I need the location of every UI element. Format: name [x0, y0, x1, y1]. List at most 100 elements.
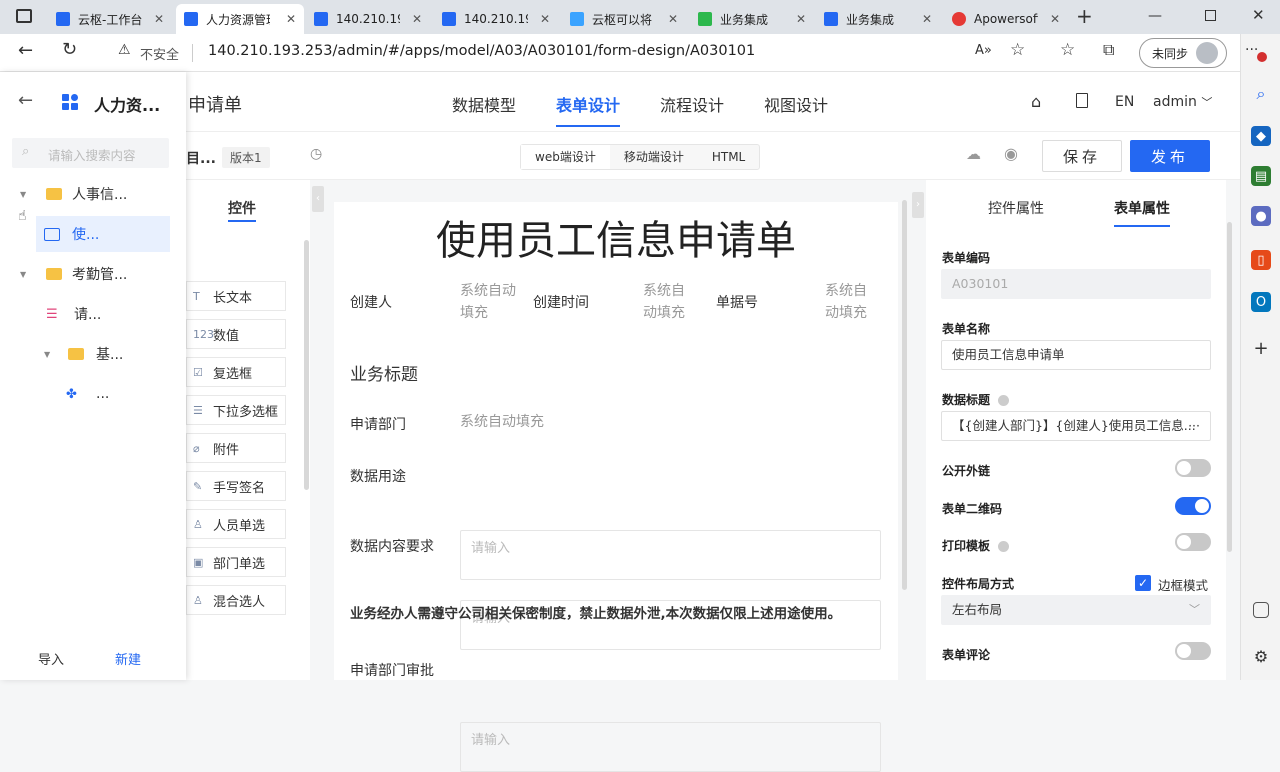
- sync-button[interactable]: 未同步: [1139, 38, 1227, 68]
- content-label[interactable]: 数据内容要求: [350, 536, 434, 556]
- expand-icon[interactable]: ▼: [20, 270, 26, 279]
- refresh-icon[interactable]: ↻: [62, 39, 77, 60]
- tree-item-leave[interactable]: ☰ 请...: [0, 296, 186, 332]
- approve-input[interactable]: 请输入: [460, 722, 881, 772]
- browser-tab[interactable]: 140.210.193✕: [306, 4, 430, 34]
- layout-select[interactable]: 左右布局 ﹀: [941, 595, 1211, 625]
- import-button[interactable]: 导入: [38, 649, 64, 668]
- close-icon[interactable]: ✕: [668, 12, 678, 26]
- qrcode-toggle[interactable]: [1175, 497, 1211, 515]
- mode-html[interactable]: HTML: [698, 145, 759, 169]
- expand-icon[interactable]: ▼: [20, 190, 26, 199]
- props-scrollbar[interactable]: [1227, 222, 1232, 552]
- palette-item-mixed-select[interactable]: ♙ 混合选人: [186, 585, 286, 615]
- search-icon[interactable]: ⌕: [1251, 84, 1271, 104]
- sidebar-toggle-icon[interactable]: [1253, 602, 1269, 618]
- back-arrow-icon[interactable]: ←: [18, 90, 33, 111]
- settings-icon[interactable]: ⚙: [1251, 646, 1271, 666]
- security-label[interactable]: 不安全: [140, 44, 179, 63]
- public-link-toggle[interactable]: [1175, 459, 1211, 477]
- dept-label[interactable]: 申请部门: [350, 414, 406, 434]
- border-mode-checkbox[interactable]: ✓: [1135, 575, 1151, 591]
- browser-tab[interactable]: 云枢-工作台 ✕: [48, 4, 172, 34]
- palette-item-user-select[interactable]: ♙ 人员单选: [186, 509, 286, 539]
- browser-tab[interactable]: 云枢可以将 ✕: [562, 4, 686, 34]
- border-mode-label[interactable]: 边框模式: [1158, 575, 1208, 594]
- minimize-icon[interactable]: —: [1148, 8, 1162, 24]
- data-title-input[interactable]: 【{创建人部门}】{创建人}使用员工信息... ···: [941, 411, 1211, 441]
- palette-item-multi-select[interactable]: ☰ 下拉多选框: [186, 395, 286, 425]
- shopping-icon[interactable]: ◆: [1251, 126, 1271, 146]
- browser-tab[interactable]: 业务集成 ✕: [816, 4, 940, 34]
- history-icon[interactable]: ◷: [310, 146, 322, 162]
- close-icon[interactable]: ✕: [540, 12, 550, 26]
- tab-flow-design[interactable]: 流程设计: [660, 92, 724, 116]
- tree-item-base[interactable]: ▼ 基...: [0, 336, 186, 372]
- close-icon[interactable]: ✕: [1050, 12, 1060, 26]
- tab-data-model[interactable]: 数据模型: [452, 92, 516, 116]
- cloud-download-icon[interactable]: ☁: [966, 145, 981, 163]
- approve-label[interactable]: 申请部门审批: [350, 660, 434, 680]
- business-title-heading[interactable]: 业务标题: [350, 360, 418, 385]
- tab-control-props[interactable]: 控件属性: [988, 198, 1044, 218]
- collapse-right-handle[interactable]: ›: [912, 192, 924, 218]
- tab-actions-icon[interactable]: [16, 9, 32, 23]
- tree-item-attendance[interactable]: ▼ 考勤管...: [0, 256, 186, 292]
- preview-icon[interactable]: ◉: [1004, 144, 1018, 163]
- people-icon[interactable]: ●: [1251, 206, 1271, 226]
- notice-text[interactable]: 业务经办人需遵守公司相关保密制度，禁止数据外泄,本次数据仅限上述用途使用。: [350, 602, 841, 622]
- browser-tab[interactable]: 业务集成 ✕: [690, 4, 814, 34]
- restore-icon[interactable]: [1205, 10, 1216, 21]
- home-icon[interactable]: ⌂: [1031, 92, 1041, 111]
- close-icon[interactable]: ✕: [796, 12, 806, 26]
- collapse-left-handle[interactable]: ‹: [312, 186, 324, 212]
- palette-item-attachment[interactable]: ⌀ 附件: [186, 433, 286, 463]
- new-button[interactable]: 新建: [115, 649, 141, 668]
- close-icon[interactable]: ✕: [154, 12, 164, 26]
- close-icon[interactable]: ✕: [412, 12, 422, 26]
- language-switch[interactable]: EN: [1115, 94, 1134, 110]
- office-icon[interactable]: ▯: [1251, 250, 1271, 270]
- mode-mobile[interactable]: 移动端设计: [610, 145, 698, 169]
- url-input[interactable]: 140.210.193.253/admin/#/apps/model/A03/A…: [208, 43, 755, 59]
- palette-scrollbar[interactable]: [304, 240, 309, 490]
- add-icon[interactable]: +: [1251, 338, 1271, 359]
- mode-web[interactable]: web端设计: [521, 145, 610, 169]
- creator-label[interactable]: 创建人: [350, 292, 392, 312]
- help-icon[interactable]: [998, 395, 1010, 406]
- tab-form-props[interactable]: 表单属性: [1114, 198, 1170, 218]
- close-icon[interactable]: ✕: [286, 12, 296, 26]
- browser-tab[interactable]: Apowersoft ✕: [944, 4, 1068, 34]
- tab-view-design[interactable]: 视图设计: [764, 92, 828, 116]
- usage-input[interactable]: 请输入: [460, 530, 881, 580]
- expand-icon[interactable]: ▼: [44, 350, 50, 359]
- tab-form-design[interactable]: 表单设计: [556, 92, 621, 127]
- palette-item-checkbox[interactable]: ☑ 复选框: [186, 357, 286, 387]
- tools-icon[interactable]: ▤: [1251, 166, 1271, 186]
- browser-tab[interactable]: 140.210.193✕: [434, 4, 558, 34]
- outlook-icon[interactable]: O: [1251, 292, 1271, 312]
- save-button[interactable]: 保存: [1042, 140, 1122, 172]
- name-input[interactable]: 使用员工信息申请单: [941, 340, 1211, 370]
- user-menu[interactable]: admin ﹀: [1153, 94, 1212, 110]
- help-icon[interactable]: [998, 541, 1010, 552]
- publish-button[interactable]: 发布: [1130, 140, 1210, 172]
- favorites-icon[interactable]: ☆: [1060, 40, 1075, 60]
- usage-label[interactable]: 数据用途: [350, 466, 406, 486]
- canvas-scrollbar[interactable]: [902, 200, 907, 590]
- palette-item-long-text[interactable]: T 长文本: [186, 281, 286, 311]
- doc-no-label[interactable]: 单据号: [716, 292, 758, 312]
- form-title[interactable]: 使用员工信息申请单: [334, 208, 898, 266]
- search-input[interactable]: ⌕ 请输入搜索内容: [12, 138, 169, 168]
- read-aloud-icon[interactable]: A»: [975, 43, 992, 58]
- collections-icon[interactable]: ⧉: [1103, 40, 1114, 60]
- browser-tab-active[interactable]: 人力资源管理✕: [176, 4, 304, 34]
- palette-title[interactable]: 控件: [228, 198, 256, 218]
- new-tab-icon[interactable]: +: [1076, 4, 1093, 28]
- print-toggle[interactable]: [1175, 533, 1211, 551]
- tree-item-hr-info[interactable]: ▼ 人事信...: [0, 176, 186, 212]
- window-close-icon[interactable]: ✕: [1252, 6, 1265, 24]
- palette-item-number[interactable]: 123 数值: [186, 319, 286, 349]
- favorite-add-icon[interactable]: ☆: [1010, 40, 1025, 60]
- comment-toggle[interactable]: [1175, 642, 1211, 660]
